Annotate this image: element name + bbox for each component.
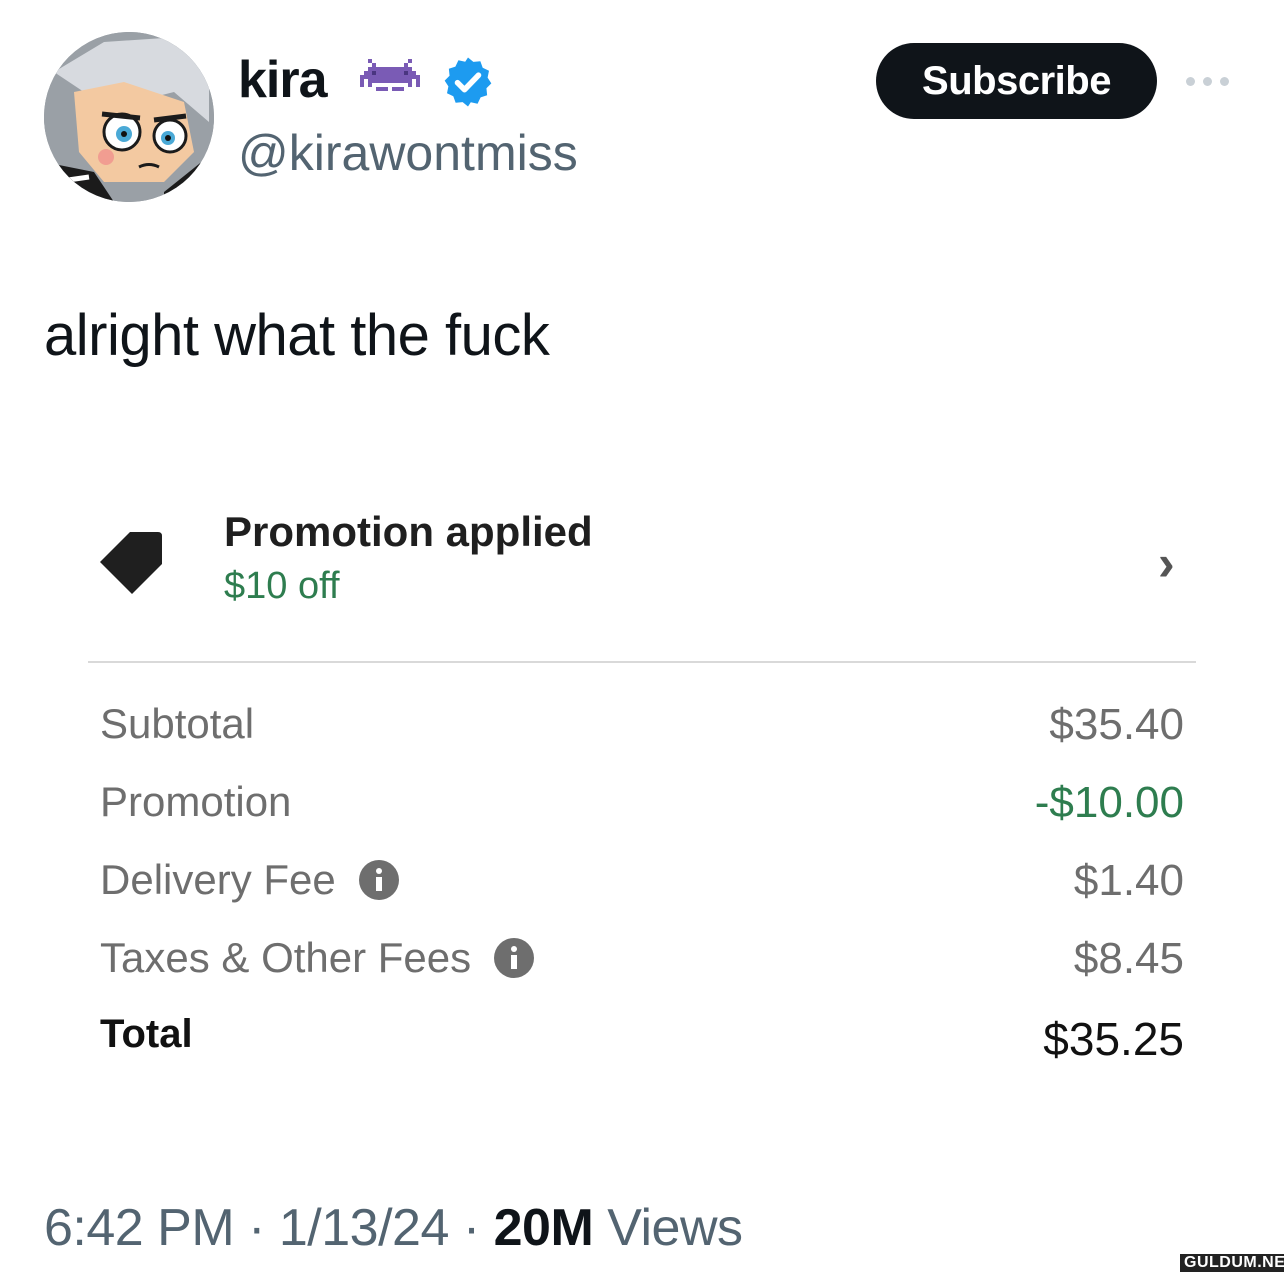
views-label: Views [607,1199,743,1257]
more-options-icon[interactable] [1186,72,1238,90]
promotion-subtitle: $10 off [224,565,340,607]
row-label-wrap: Taxes & Other Fees [100,934,535,982]
row-label: Promotion [100,778,292,825]
receipt-row-subtotal: Subtotal $35.40 [100,700,1184,750]
verified-badge-icon[interactable] [440,54,496,110]
tweet-date[interactable]: 1/13/24 [279,1199,450,1257]
total-label: Total [100,1012,193,1056]
receipt-row-total: Total $35.25 [100,1012,1184,1065]
total-value: $35.25 [1043,1013,1184,1065]
alien-monster-icon [356,58,424,108]
watermark: GULDUM.NET [1180,1254,1284,1272]
receipt-row-delivery-fee: Delivery Fee $1.40 [100,856,1184,906]
row-label: Subtotal [100,700,255,747]
row-value: $35.40 [1049,700,1184,749]
row-label-wrap: Delivery Fee [100,856,400,904]
row-value: -$10.00 [1034,778,1184,827]
separator: · [248,1199,265,1257]
receipt-row-taxes: Taxes & Other Fees $8.45 [100,934,1184,984]
display-name[interactable]: kira [238,50,328,110]
price-tag-icon [96,524,168,596]
row-label: Taxes & Other Fees [100,934,472,981]
avatar[interactable] [44,32,214,202]
chevron-right-icon[interactable]: › [1158,534,1175,592]
subscribe-button[interactable]: Subscribe [876,43,1157,119]
info-icon[interactable] [493,937,535,979]
tweet-time[interactable]: 6:42 PM [44,1199,235,1257]
promotion-title[interactable]: Promotion applied [224,508,593,556]
row-value: $8.45 [1073,934,1184,983]
tweet-meta: 6:42 PM · 1/13/24 · 20M Views [44,1198,743,1258]
receipt-row-promotion: Promotion -$10.00 [100,778,1184,828]
row-label: Delivery Fee [100,856,336,903]
separator: · [462,1199,480,1257]
user-handle[interactable]: @kirawontmiss [238,124,578,182]
info-icon[interactable] [358,859,400,901]
divider [88,661,1196,663]
views-count[interactable]: 20M [494,1199,594,1257]
row-value: $1.40 [1073,856,1184,905]
tweet-text: alright what the fuck [44,303,550,368]
